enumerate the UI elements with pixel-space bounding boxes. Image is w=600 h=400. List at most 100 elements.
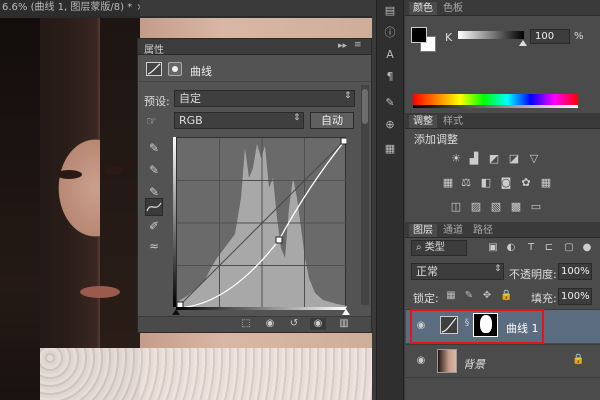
- curves-adjustment-icon[interactable]: [146, 62, 162, 76]
- filter-pixel-icon[interactable]: ▣: [486, 241, 500, 255]
- blend-mode-select[interactable]: 正常: [411, 263, 504, 280]
- background-thumbnail[interactable]: [437, 349, 457, 373]
- layer-filter-select[interactable]: ⌕ 类型: [411, 240, 467, 256]
- panel-menu-icon[interactable]: ≡: [354, 40, 368, 53]
- document-tab[interactable]: 6.6% (曲线 1, 图层蒙版/8) *×: [0, 0, 140, 16]
- adjustment-type-label: 曲线: [190, 65, 212, 78]
- properties-scroll-thumb[interactable]: [362, 89, 368, 124]
- pencil-icon[interactable]: ✐: [146, 218, 162, 234]
- filter-toggle-icon[interactable]: ●: [580, 241, 594, 255]
- adjustments-tabbar: 调整 样式: [405, 113, 600, 129]
- tab-styles[interactable]: 样式: [439, 115, 467, 128]
- vibrance-icon[interactable]: ▽: [527, 152, 541, 165]
- lock-pixels-icon[interactable]: ✎: [463, 290, 475, 302]
- layer-name[interactable]: 背景: [463, 356, 485, 372]
- lock-transparent-icon[interactable]: ▦: [445, 290, 457, 302]
- foreground-color-swatch[interactable]: [411, 27, 427, 43]
- auto-button[interactable]: 自动: [310, 112, 354, 129]
- filter-shape-icon[interactable]: ⊏: [542, 241, 556, 255]
- photo-hair-left: [0, 18, 40, 400]
- on-image-adjust-icon[interactable]: ☞: [146, 114, 162, 128]
- photo-eye-right: [104, 166, 124, 175]
- tab-channels[interactable]: 通道: [439, 224, 467, 237]
- properties-titlebar[interactable]: 属性 ▸▸ ≡: [138, 39, 371, 56]
- smooth-icon[interactable]: ≈: [146, 238, 162, 254]
- grayscale-ramp[interactable]: [413, 105, 578, 108]
- eyedropper-gray-icon[interactable]: ✎: [146, 162, 162, 178]
- tool-preset-icon[interactable]: ▦: [382, 142, 398, 156]
- white-point-slider[interactable]: [342, 309, 350, 315]
- collapse-icon[interactable]: ▸▸: [338, 41, 347, 51]
- chevron-updown-icon: ⇕: [344, 91, 352, 101]
- lock-position-icon[interactable]: ✥: [481, 290, 493, 302]
- tab-paths[interactable]: 路径: [469, 224, 497, 237]
- layer-row-background[interactable]: [406, 344, 600, 378]
- visibility-eye-icon[interactable]: ◉: [414, 355, 428, 367]
- tab-layers[interactable]: 图层: [409, 224, 437, 237]
- opacity-label: 不透明度:: [509, 268, 557, 281]
- curves-graph-svg[interactable]: [176, 137, 348, 309]
- layer-filter-label: 类型: [424, 242, 445, 253]
- tab-swatches[interactable]: 色板: [439, 2, 467, 15]
- threshold-icon[interactable]: ▧: [489, 200, 503, 213]
- color-balance-icon[interactable]: ⚖: [459, 176, 473, 189]
- black-white-icon[interactable]: ◧: [479, 176, 493, 189]
- opacity-input[interactable]: 100%: [558, 263, 592, 280]
- chevron-updown-icon: ⇕: [494, 264, 502, 274]
- trash-icon[interactable]: ▥: [336, 318, 352, 330]
- properties-header: 曲线: [138, 56, 371, 82]
- eyedropper-black-icon[interactable]: ✎: [146, 140, 162, 156]
- clone-source-icon[interactable]: ⊕: [382, 118, 398, 132]
- k-slider-track[interactable]: [458, 31, 524, 39]
- selection-highlight-box: [410, 309, 544, 344]
- tab-adjustments[interactable]: 调整: [409, 115, 437, 128]
- photo-lace: [40, 348, 372, 400]
- fill-label: 填充:: [531, 292, 557, 305]
- filter-type-icon[interactable]: T: [524, 241, 538, 255]
- hue-saturation-icon[interactable]: ▦: [441, 176, 455, 189]
- history-icon[interactable]: ▤: [382, 4, 398, 18]
- gradient-map-icon[interactable]: ▭: [529, 200, 543, 213]
- color-spectrum-bar[interactable]: [413, 94, 578, 105]
- fill-input[interactable]: 100%: [558, 288, 592, 305]
- curve-control-point-1[interactable]: [275, 236, 283, 244]
- paragraph-icon[interactable]: ¶: [382, 70, 398, 84]
- tab-color[interactable]: 颜色: [409, 2, 437, 15]
- k-value-input[interactable]: 100: [530, 29, 570, 44]
- brush-icon[interactable]: ✎: [382, 96, 398, 110]
- filter-adjustment-icon[interactable]: ◐: [504, 241, 518, 255]
- view-previous-icon[interactable]: ◉: [262, 318, 278, 330]
- photo-eye-left: [56, 170, 82, 179]
- selective-color-icon[interactable]: ▩: [509, 200, 523, 213]
- preset-label: 预设:: [144, 95, 170, 108]
- color-lookup-icon[interactable]: ▦: [539, 176, 553, 189]
- input-gradient: [176, 307, 346, 310]
- photo-filter-icon[interactable]: ◙: [499, 176, 513, 189]
- properties-panel: 属性 ▸▸ ≡ 曲线 预设: 自定 ⇕ ☞ RGB ⇕ 自动 ✎ ✎ ✎ ✐ ≈: [137, 38, 372, 333]
- filter-smart-object-icon[interactable]: ▢: [562, 241, 576, 255]
- lock-all-icon[interactable]: 🔒: [500, 290, 512, 302]
- black-point-slider[interactable]: [172, 309, 180, 315]
- posterize-icon[interactable]: ▨: [469, 200, 483, 213]
- curves-icon[interactable]: ◩: [487, 152, 501, 165]
- reset-icon[interactable]: ↺: [286, 318, 302, 330]
- exposure-icon[interactable]: ◪: [507, 152, 521, 165]
- clip-to-layer-icon[interactable]: ⬚: [238, 318, 254, 330]
- channel-select[interactable]: RGB: [174, 112, 304, 129]
- invert-icon[interactable]: ◫: [449, 200, 463, 213]
- character-icon[interactable]: A: [382, 48, 398, 62]
- lock-label: 锁定:: [413, 292, 439, 305]
- mask-icon[interactable]: [168, 62, 182, 76]
- preset-select[interactable]: 自定: [174, 90, 355, 107]
- k-slider-thumb[interactable]: [519, 40, 527, 46]
- photoshop-window: 6.6% (曲线 1, 图层蒙版/8) *× 属性 ▸▸ ≡ 曲线 预设: 自定…: [0, 0, 600, 400]
- curves-graph[interactable]: [176, 137, 348, 309]
- edit-points-curve-icon[interactable]: [145, 198, 163, 216]
- visibility-eye-icon[interactable]: ◉: [310, 318, 326, 330]
- brightness-contrast-icon[interactable]: ☀: [449, 152, 463, 165]
- levels-icon[interactable]: ▟: [467, 152, 481, 165]
- channel-mixer-icon[interactable]: ✿: [519, 176, 533, 189]
- curve-control-point-2[interactable]: [340, 137, 348, 145]
- close-icon[interactable]: ×: [136, 2, 140, 13]
- info-icon[interactable]: ⓘ: [382, 26, 398, 40]
